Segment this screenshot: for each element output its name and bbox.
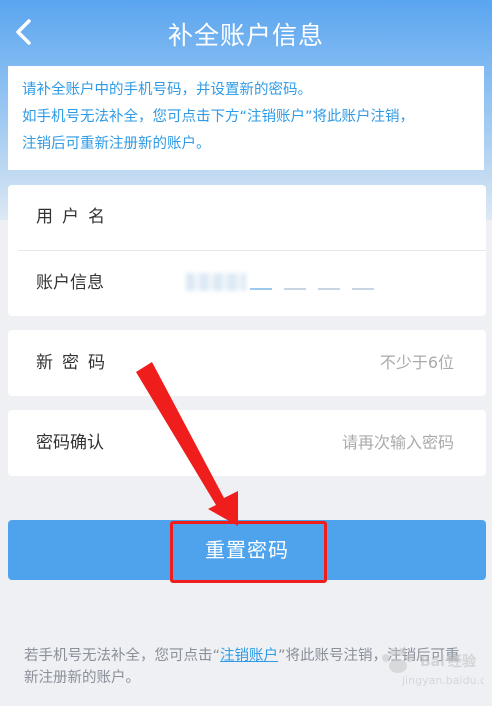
username-label: 用户名 [36,207,114,227]
notice-line: 注销后可重新注册新的账户。 [22,136,211,152]
title-bar: 补全账户信息 [0,0,492,66]
notice-line: 如手机号无法补全，您可点击下方“注销账户”将此账户注销， [22,109,415,125]
notice-card: 请补全账户中的手机号码，并设置新的密码。 如手机号无法补全，您可点击下方“注销账… [8,66,484,170]
account-info-label: 账户信息 [36,273,104,293]
baidu-jingyan-watermark: Bai 经验 jingyan.baidu.com [382,648,484,687]
confirm-password-label: 密码确认 [36,433,104,453]
footer-text-before: 若手机号无法补全，您可点击“ [24,648,221,664]
annotation-highlight-box [170,521,327,583]
new-password-label: 新密码 [36,353,114,373]
page-title: 补全账户信息 [167,21,324,50]
masked-digits [250,288,374,290]
deactivate-account-link[interactable]: 注销账户 [220,648,278,664]
divider [18,250,486,251]
notice-line: 请补全账户中的手机号码，并设置新的密码。 [22,82,312,98]
svg-text:经验: 经验 [448,653,477,670]
account-card: 用户名 账户信息 [8,185,486,316]
account-info-value-masked [186,273,246,291]
svg-text:Bai: Bai [420,654,445,670]
new-password-placeholder: 不少于6位 [379,353,454,372]
new-password-field[interactable]: 新密码 不少于6位 [8,330,486,396]
confirm-password-field[interactable]: 密码确认 请再次输入密码 [8,410,486,476]
confirm-password-placeholder: 请再次输入密码 [341,433,454,452]
svg-text:jingyan.baidu.com: jingyan.baidu.com [401,674,484,687]
